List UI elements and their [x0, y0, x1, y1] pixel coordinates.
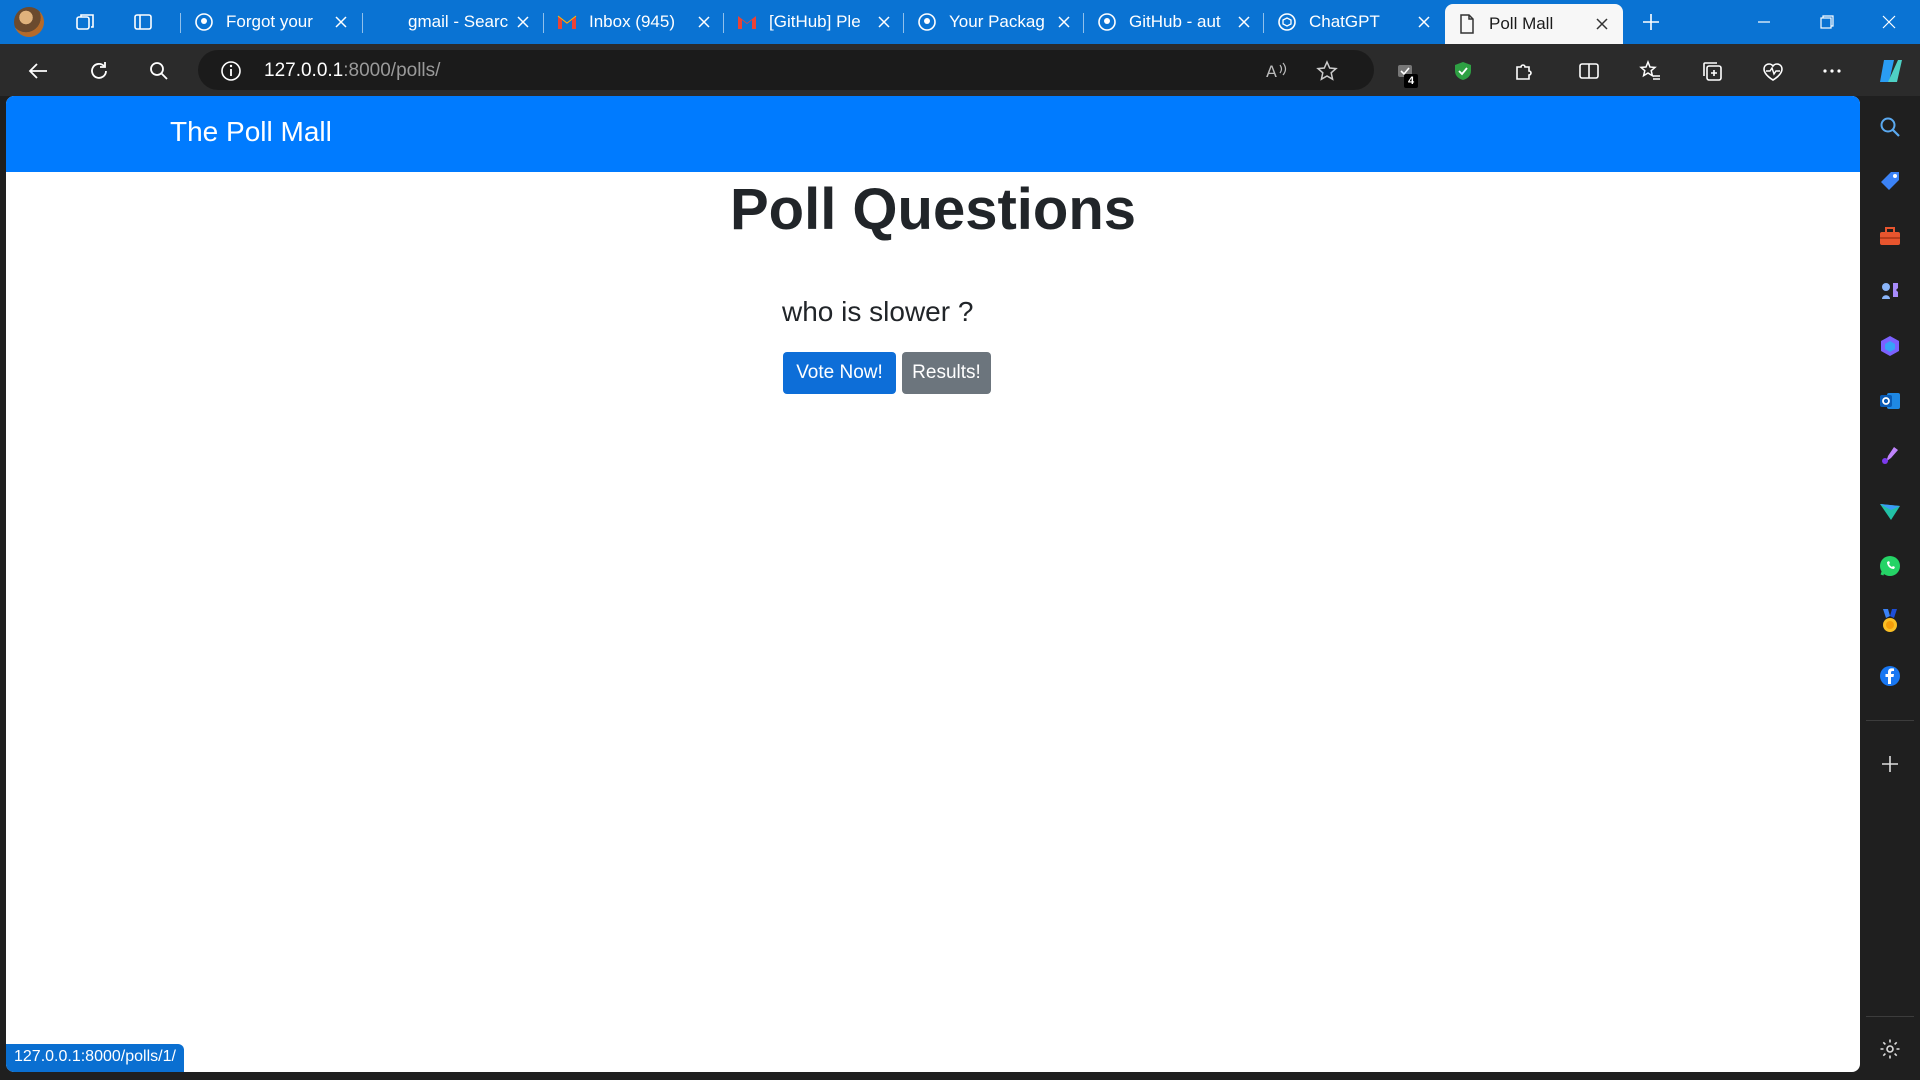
tab-title: [GitHub] Ple	[769, 12, 861, 31]
sidebar-search-icon[interactable]	[1875, 112, 1905, 142]
rewards-medal-icon[interactable]	[1875, 606, 1905, 636]
navbar-brand[interactable]: The Poll Mall	[170, 116, 332, 148]
whatsapp-icon[interactable]	[1875, 551, 1905, 581]
close-tab-icon[interactable]	[330, 11, 352, 33]
extensions-puzzle-icon[interactable]	[1507, 54, 1541, 88]
tab-separator	[1263, 13, 1264, 33]
split-screen-icon[interactable]	[1572, 54, 1606, 88]
profile-avatar[interactable]	[14, 7, 44, 37]
tab-title: Your Packag	[949, 12, 1045, 31]
more-options-icon[interactable]	[1815, 54, 1849, 88]
back-button[interactable]	[21, 54, 55, 88]
designer-icon[interactable]	[1875, 441, 1905, 471]
tab-separator	[543, 13, 544, 33]
url-text[interactable]: 127.0.0.1:8000/polls/	[264, 60, 440, 82]
github-icon	[1097, 12, 1117, 32]
workspaces-icon[interactable]	[70, 7, 100, 37]
tab-strip: Forgot your gmail - Searc Inbox (945) [G…	[0, 0, 1920, 44]
tab-separator	[180, 13, 181, 33]
copilot-icon[interactable]	[1874, 54, 1908, 88]
link-status-bar: 127.0.0.1:8000/polls/1/	[6, 1044, 184, 1072]
search-icon[interactable]	[142, 54, 176, 88]
tab-gmail-search[interactable]: gmail - Searc	[364, 4, 544, 40]
vote-now-button[interactable]: Vote Now!	[783, 352, 896, 394]
tab-actions-icon[interactable]	[128, 7, 158, 37]
minimize-button[interactable]	[1741, 0, 1787, 44]
extension-badge: 4	[1404, 74, 1418, 88]
close-tab-icon[interactable]	[1053, 11, 1075, 33]
close-tab-icon[interactable]	[873, 11, 895, 33]
tab-separator	[362, 13, 363, 33]
tab-separator	[1083, 13, 1084, 33]
close-tab-icon[interactable]	[1413, 11, 1435, 33]
tab-title: ChatGPT	[1309, 12, 1380, 31]
bing-icon	[376, 12, 396, 32]
tab-title: gmail - Searc	[408, 12, 509, 31]
chatgpt-icon	[1277, 12, 1297, 32]
shopping-tag-icon[interactable]	[1875, 166, 1905, 196]
tab-separator	[903, 13, 904, 33]
tab-forgot-password[interactable]: Forgot your	[182, 4, 362, 40]
gmail-icon	[737, 12, 757, 32]
read-aloud-icon[interactable]: A	[1264, 58, 1290, 84]
add-sidebar-app-icon[interactable]	[1875, 749, 1905, 779]
drop-send-icon[interactable]	[1875, 496, 1905, 526]
games-icon[interactable]	[1875, 276, 1905, 306]
restore-button[interactable]	[1804, 0, 1850, 44]
close-tab-icon[interactable]	[512, 11, 534, 33]
github-icon	[194, 12, 214, 32]
edge-sidebar	[1860, 96, 1920, 1080]
svg-text:A: A	[1266, 62, 1277, 81]
tab-title: Poll Mall	[1489, 14, 1554, 33]
page-title: Poll Questions	[729, 177, 1137, 242]
tab-title: Forgot your	[226, 12, 313, 31]
favorites-icon[interactable]	[1633, 54, 1667, 88]
sidebar-divider	[1866, 720, 1914, 721]
tab-github-repo[interactable]: GitHub - aut	[1085, 4, 1265, 40]
tab-your-packages[interactable]: Your Packag	[905, 4, 1085, 40]
github-icon	[917, 12, 937, 32]
url-path: :8000/polls/	[343, 60, 441, 81]
new-tab-button[interactable]	[1636, 7, 1666, 37]
address-bar[interactable]: 127.0.0.1:8000/polls/ A	[198, 50, 1374, 90]
tab-title: GitHub - aut	[1129, 12, 1221, 31]
page-viewport: The Poll Mall Poll Questions who is slow…	[6, 96, 1860, 1072]
microsoft-365-icon[interactable]	[1875, 331, 1905, 361]
site-navbar: The Poll Mall	[6, 96, 1860, 172]
tab-title: Inbox (945)	[589, 12, 675, 31]
tab-chatgpt[interactable]: ChatGPT	[1265, 4, 1445, 40]
close-tab-icon[interactable]	[1233, 11, 1255, 33]
tab-separator	[723, 13, 724, 33]
tools-briefcase-icon[interactable]	[1875, 221, 1905, 251]
browser-essentials-icon[interactable]	[1756, 54, 1790, 88]
sidebar-divider	[1866, 1016, 1914, 1017]
facebook-icon[interactable]	[1875, 661, 1905, 691]
poll-question: who is slower ?	[782, 296, 974, 327]
refresh-button[interactable]	[82, 54, 116, 88]
sidebar-settings-gear-icon[interactable]	[1875, 1034, 1905, 1064]
url-host: 127.0.0.1	[264, 60, 344, 81]
browser-toolbar: 127.0.0.1:8000/polls/ A	[0, 44, 1920, 96]
close-window-button[interactable]	[1866, 0, 1912, 44]
tab-poll-mall[interactable]: Poll Mall	[1445, 4, 1623, 44]
tab-inbox[interactable]: Inbox (945)	[545, 4, 725, 40]
gmail-icon	[557, 12, 577, 32]
tab-github-email[interactable]: [GitHub] Ple	[725, 4, 905, 40]
favorite-star-icon[interactable]	[1314, 58, 1340, 84]
outlook-icon[interactable]	[1875, 386, 1905, 416]
results-button[interactable]: Results!	[902, 352, 991, 394]
page-icon	[1457, 14, 1477, 34]
close-tab-icon[interactable]	[1591, 13, 1613, 35]
site-info-icon[interactable]	[220, 60, 242, 82]
shield-icon[interactable]	[1446, 54, 1480, 88]
collections-icon[interactable]	[1695, 54, 1729, 88]
close-tab-icon[interactable]	[693, 11, 715, 33]
